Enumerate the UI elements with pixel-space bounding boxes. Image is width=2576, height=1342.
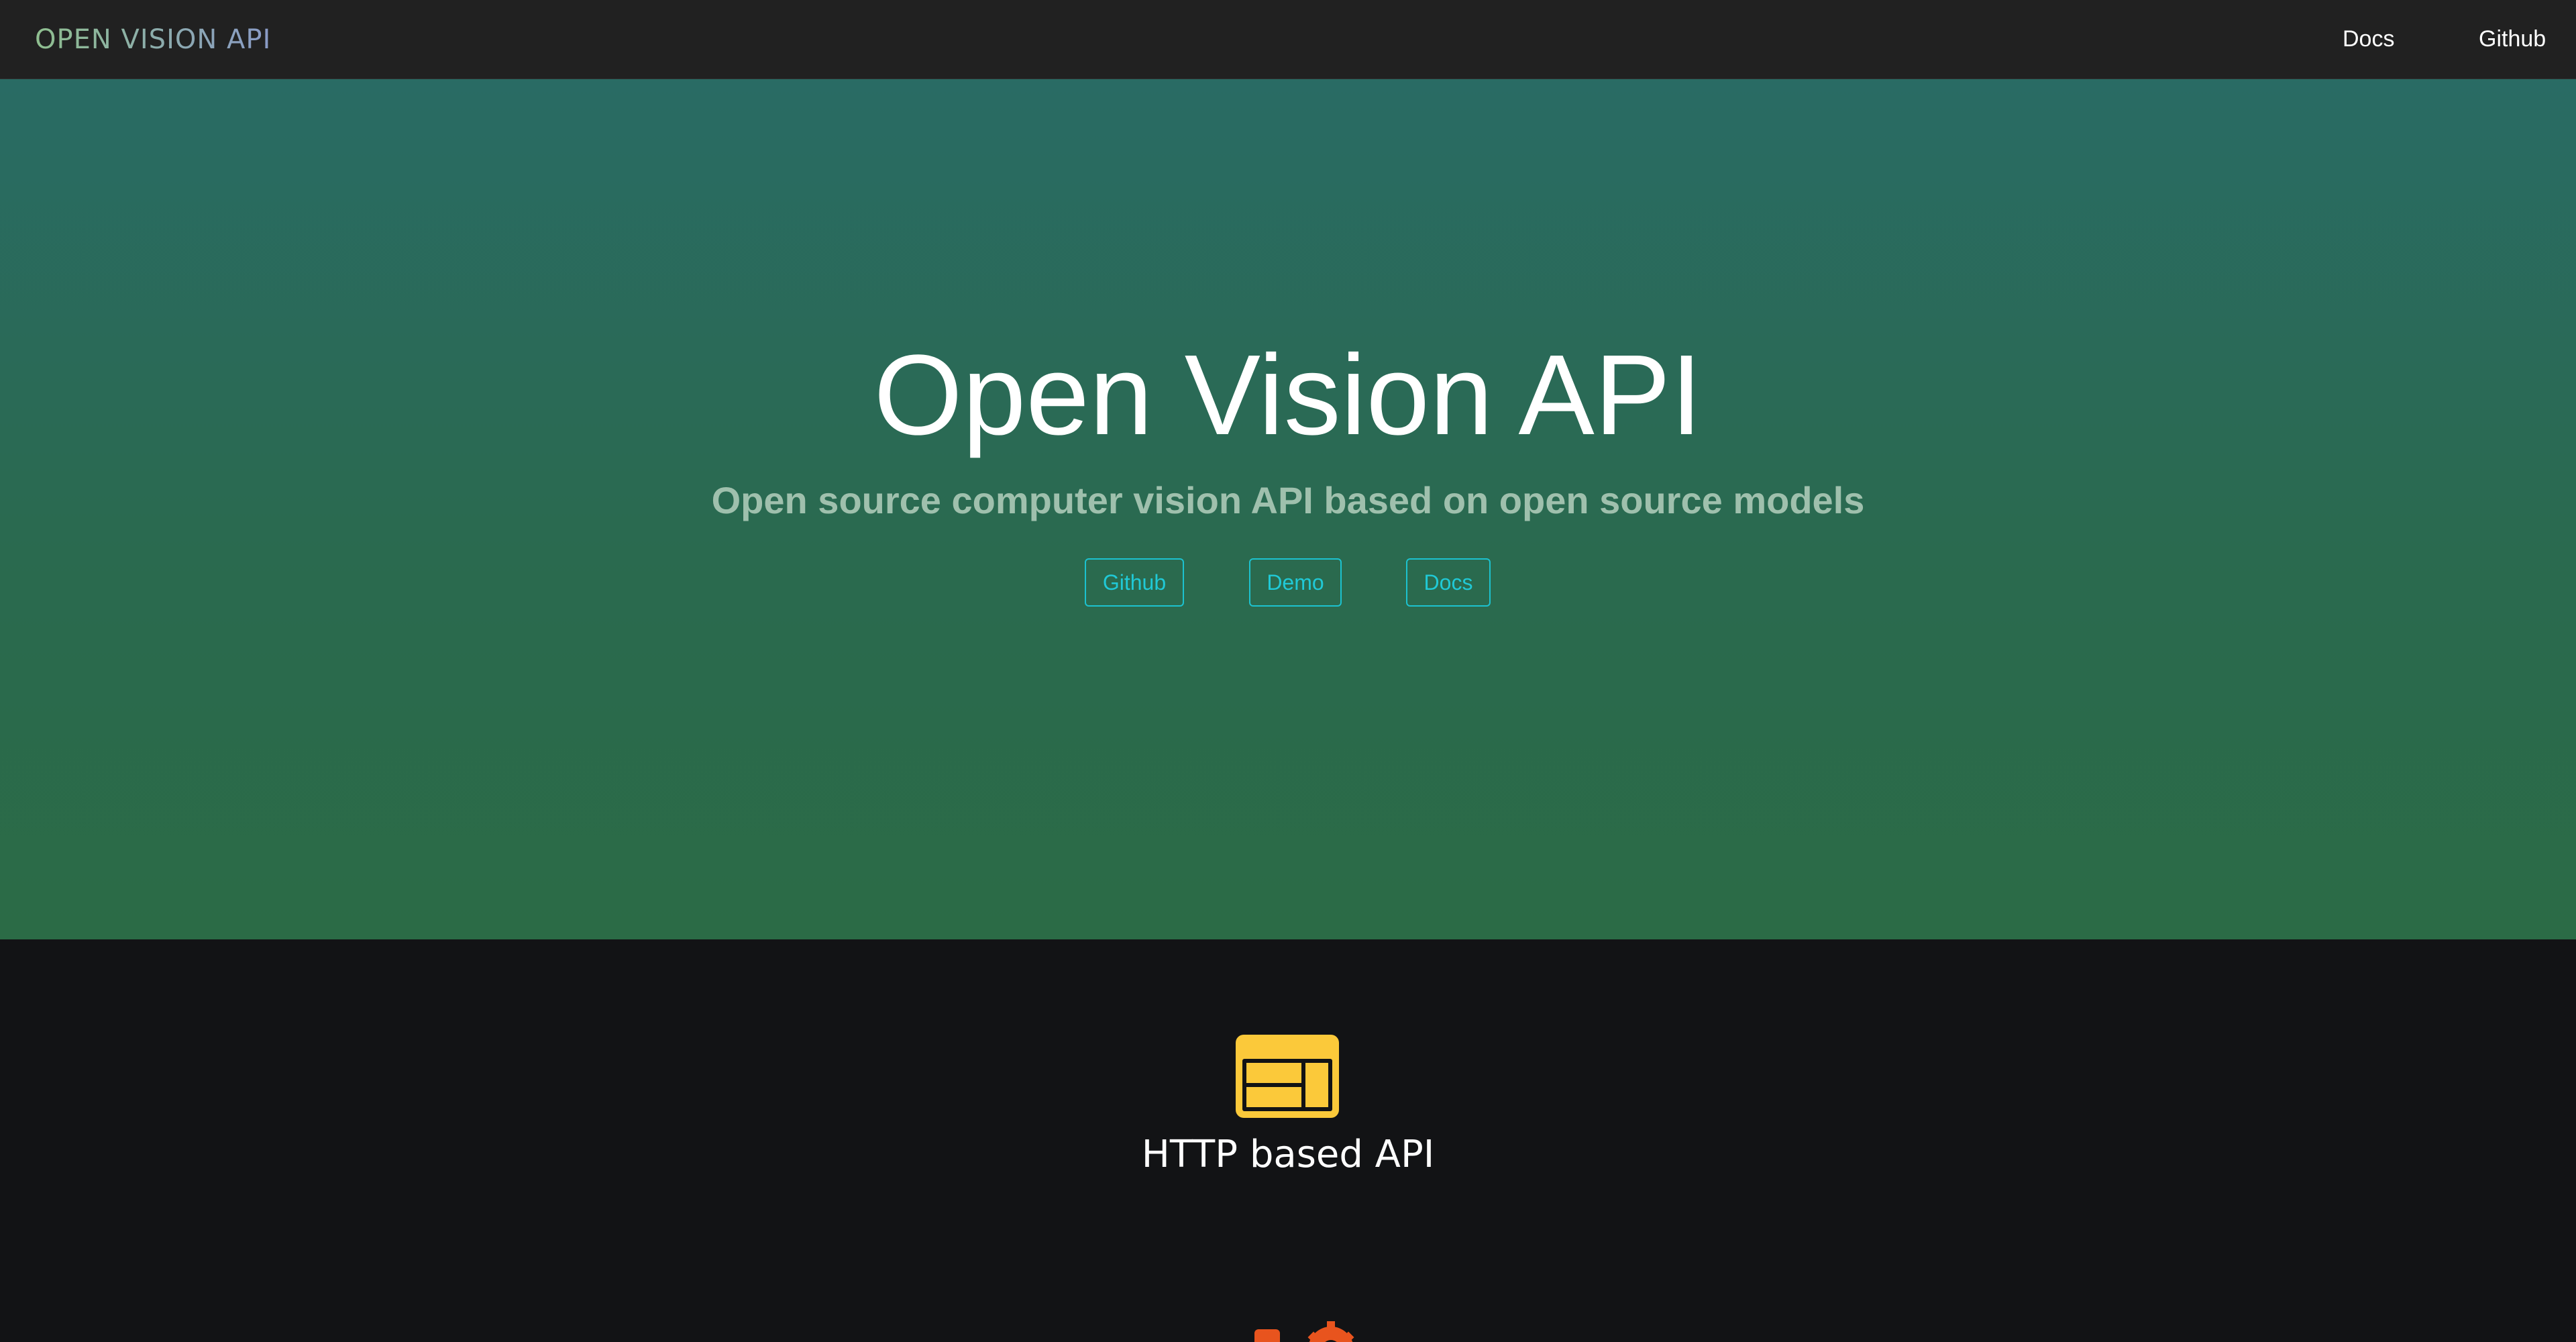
- page: OPEN VISION API Docs Github Open Vision …: [0, 0, 2576, 1342]
- hero-section: Open Vision API Open source computer vis…: [0, 79, 2576, 939]
- nav-link-github[interactable]: Github: [2479, 0, 2546, 79]
- brand-logo-link[interactable]: OPEN VISION API: [35, 0, 271, 79]
- nav-link-docs[interactable]: Docs: [2343, 0, 2394, 79]
- hero-title: Open Vision API: [873, 331, 1703, 459]
- browser-window-icon: [1236, 1035, 1339, 1118]
- demo-button[interactable]: Demo: [1249, 558, 1342, 607]
- features-section: HTTP based API: [0, 939, 2576, 1342]
- user-gear-icon: [1249, 1319, 1356, 1342]
- feature-title-http-api: HTTP based API: [1141, 1133, 1435, 1176]
- hero-subtitle: Open source computer vision API based on…: [711, 479, 1865, 521]
- github-button[interactable]: Github: [1085, 558, 1184, 607]
- docs-button[interactable]: Docs: [1406, 558, 1491, 607]
- navbar: OPEN VISION API Docs Github: [0, 0, 2576, 79]
